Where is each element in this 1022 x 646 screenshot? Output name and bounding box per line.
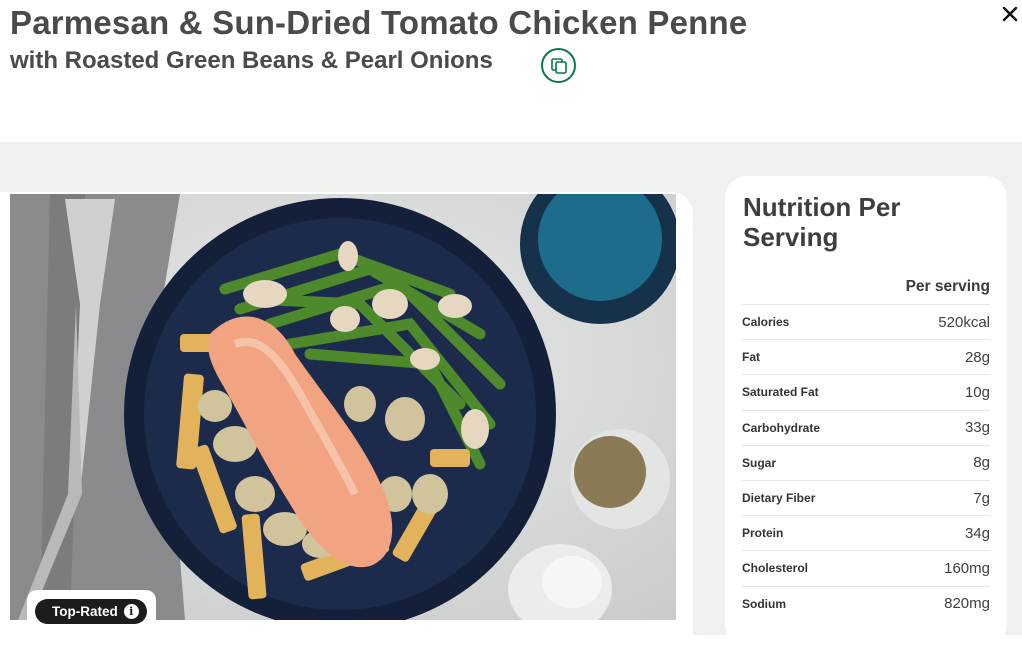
close-button[interactable] (998, 2, 1022, 26)
nutrition-row-dietary-fiber: Dietary Fiber 7g (742, 479, 990, 515)
copy-button[interactable] (541, 48, 576, 83)
recipe-photo (10, 194, 676, 620)
nutrition-value: 820mg (944, 595, 990, 613)
nutrition-label: Sodium (742, 596, 786, 611)
nutrition-row-sodium: Sodium 820mg (742, 585, 990, 621)
nutrition-row-cholesterol: Cholesterol 160mg (742, 550, 990, 585)
nutrition-row-carbohydrate: Carbohydrate 33g (742, 409, 990, 445)
nutrition-label: Sugar (742, 455, 777, 470)
recipe-subtitle: with Roasted Green Beans & Pearl Onions (10, 47, 493, 74)
close-icon (1002, 6, 1018, 22)
recipe-title: Parmesan & Sun-Dried Tomato Chicken Penn… (10, 4, 748, 41)
info-icon[interactable]: i (123, 604, 139, 619)
nutrition-label: Protein (742, 526, 784, 541)
nutrition-label: Fat (742, 350, 760, 365)
nutrition-label: Dietary Fiber (742, 491, 816, 506)
nutrition-value: 7g (973, 489, 990, 507)
nutrition-value: 10g (964, 383, 990, 401)
nutrition-row-fat: Fat 28g (742, 339, 990, 374)
nutrition-value: 520kcal (938, 313, 990, 331)
nutrition-value: 34g (964, 524, 990, 542)
nutrition-label: Cholesterol (742, 561, 809, 576)
nutrition-value: 160mg (944, 559, 990, 577)
top-rated-label: Top-Rated (52, 604, 118, 619)
nutrition-row-protein: Protein 34g (742, 515, 990, 550)
top-rated-badge[interactable]: Top-Rated i (35, 599, 147, 624)
recipe-header: Parmesan & Sun-Dried Tomato Chicken Penn… (0, 0, 1022, 142)
nutrition-label: Carbohydrate (742, 420, 821, 435)
nutrition-row-sugar: Sugar 8g (742, 444, 990, 480)
nutrition-title: Nutrition Per Serving (743, 192, 901, 252)
nutrition-row-calories: Calories 520kcal (742, 304, 990, 339)
nutrition-value: 28g (964, 348, 990, 366)
nutrition-label: Calories (742, 315, 790, 330)
nutrition-table: Calories 520kcal Fat 28g Saturated Fat 1… (742, 304, 990, 621)
nutrition-row-saturated-fat: Saturated Fat 10g (742, 374, 990, 409)
per-serving-header: Per serving (905, 278, 990, 295)
nutrition-value: 8g (973, 454, 990, 472)
copy-icon (550, 57, 567, 74)
nutrition-label: Saturated Fat (742, 385, 819, 400)
nutrition-value: 33g (964, 419, 990, 437)
